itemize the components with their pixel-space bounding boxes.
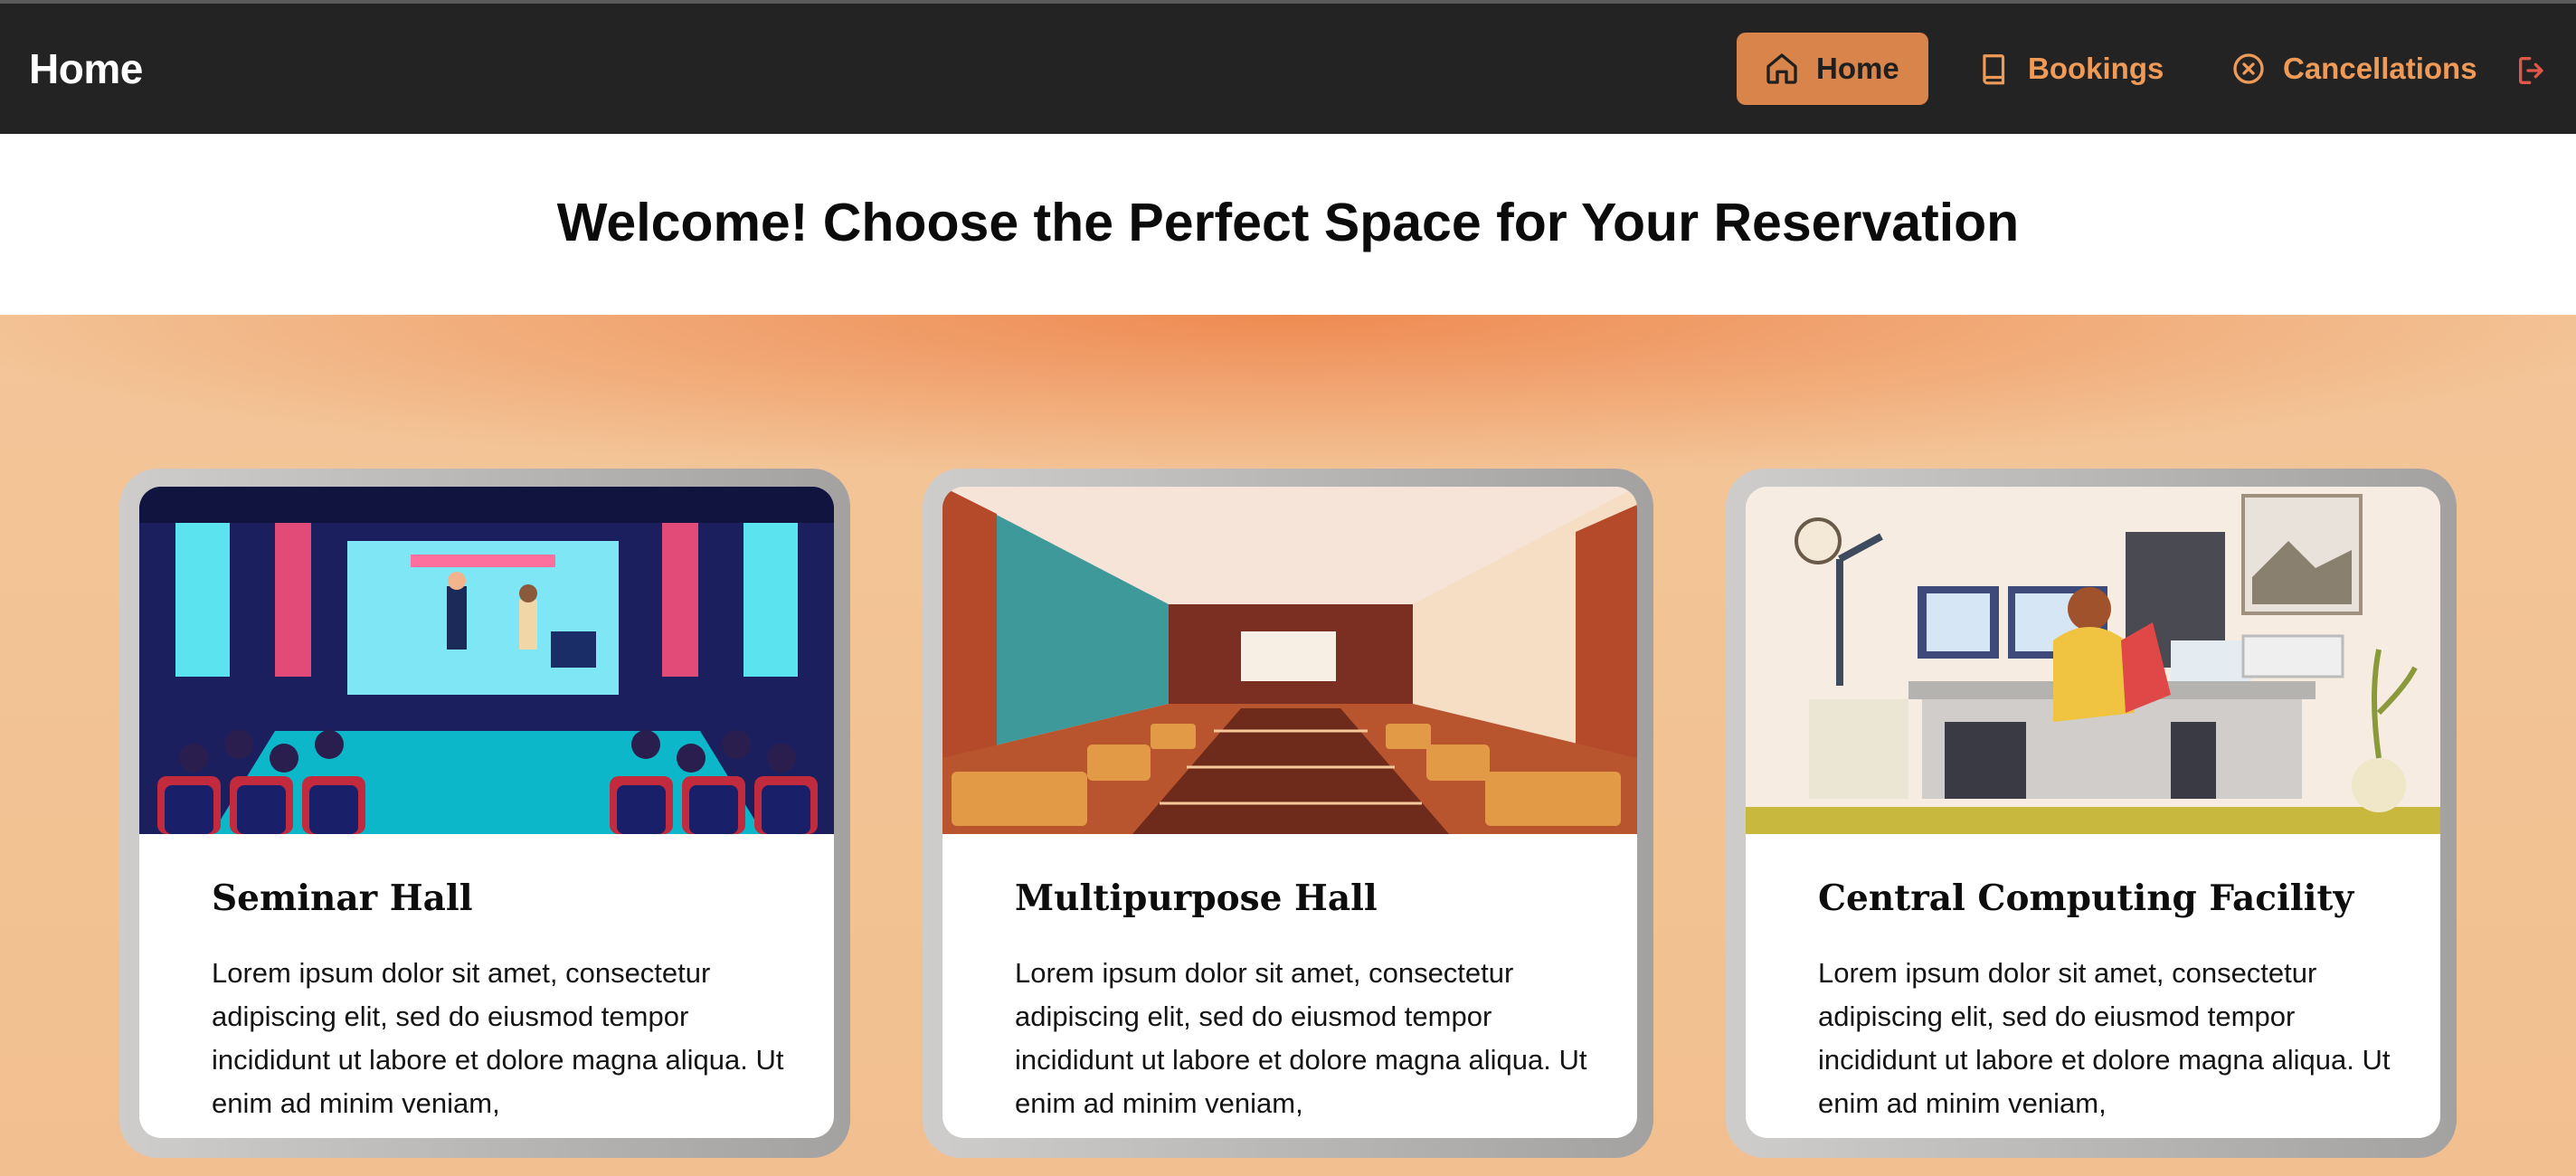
navbar: Home Home Bookings Cancellations [0,4,2576,134]
home-icon [1764,51,1800,87]
computing-facility-illustration [1746,487,2440,834]
venue-card-central-computing-facility[interactable]: Central Computing Facility Lorem ipsum d… [1726,469,2457,1158]
card-description: Lorem ipsum dolor sit amet, consectetur … [1818,957,2391,1119]
nav-home-button[interactable]: Home [1737,33,1928,105]
venue-card-multipurpose-hall[interactable]: Multipurpose Hall Lorem ipsum dolor sit … [923,469,1653,1158]
page-header: Welcome! Choose the Perfect Space for Yo… [0,134,2576,315]
nav-bookings-label: Bookings [2028,52,2164,85]
card-body: Seminar Hall Lorem ipsum dolor sit amet,… [139,487,834,1138]
card-title: Multipurpose Hall [1015,877,1378,919]
card-title: Seminar Hall [212,877,473,919]
venue-card-seminar-hall[interactable]: Seminar Hall Lorem ipsum dolor sit amet,… [119,469,850,1158]
brand-title[interactable]: Home [29,42,143,96]
nav-cancellations-label: Cancellations [2283,52,2477,85]
nav-bookings-button[interactable]: Bookings [1977,33,2164,105]
card-body: Central Computing Facility Lorem ipsum d… [1746,487,2440,1138]
nav-home-label: Home [1816,52,1899,85]
x-circle-icon [2230,51,2267,87]
card-description: Lorem ipsum dolor sit amet, consectetur … [1015,957,1587,1119]
logout-icon [2514,57,2551,92]
logout-button[interactable] [2514,52,2551,93]
book-icon [1977,51,2012,87]
nav-cancellations-button[interactable]: Cancellations [2230,33,2477,105]
seminar-hall-illustration [139,487,834,834]
page-title: Welcome! Choose the Perfect Space for Yo… [556,193,2020,252]
card-body: Multipurpose Hall Lorem ipsum dolor sit … [942,487,1637,1138]
card-title: Central Computing Facility [1818,877,2354,919]
card-description: Lorem ipsum dolor sit amet, consectetur … [212,957,784,1119]
multipurpose-hall-illustration [942,487,1637,834]
